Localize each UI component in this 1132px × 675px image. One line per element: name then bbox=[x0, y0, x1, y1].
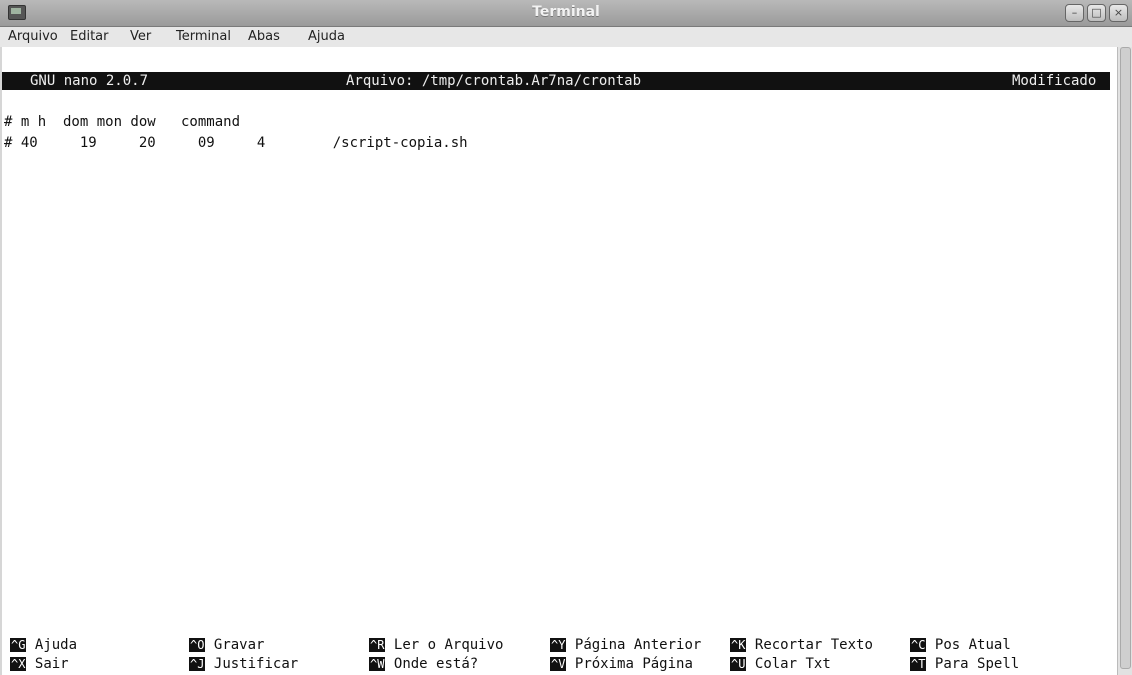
close-icon[interactable]: × bbox=[1109, 4, 1128, 22]
nano-header: GNU nano 2.0.7 Arquivo: /tmp/crontab.Ar7… bbox=[2, 72, 1110, 90]
shortcut-key: ^C bbox=[910, 638, 927, 652]
shortcut-label: Sair bbox=[34, 656, 69, 672]
shortcut-key: ^Y bbox=[550, 638, 567, 652]
nano-version: GNU nano 2.0.7 bbox=[30, 73, 149, 89]
menu-abas[interactable]: Abas bbox=[248, 29, 280, 44]
nano-status: Modificado bbox=[1012, 73, 1097, 89]
shortcut-key: ^W bbox=[369, 657, 386, 671]
shortcut-colar-txt: ^U Colar Txt bbox=[730, 655, 831, 673]
window-title: Terminal bbox=[532, 4, 600, 20]
shortcut-proxima-pagina: ^V Próxima Página bbox=[550, 655, 693, 673]
shortcut-recortar-texto: ^K Recortar Texto bbox=[730, 636, 873, 654]
nano-filename: Arquivo: /tmp/crontab.Ar7na/crontab bbox=[346, 73, 642, 89]
shortcut-label: Para Spell bbox=[934, 656, 1020, 672]
shortcut-label: Onde está? bbox=[393, 656, 479, 672]
menu-editar[interactable]: Editar bbox=[70, 29, 109, 44]
shortcut-pos-atual: ^C Pos Atual bbox=[910, 636, 1011, 654]
minimize-icon[interactable]: – bbox=[1065, 4, 1084, 22]
shortcut-key: ^O bbox=[189, 638, 206, 652]
shortcut-label: Recortar Texto bbox=[754, 637, 873, 653]
buffer-line[interactable]: # 40 19 20 09 4 /script-copia.sh bbox=[4, 134, 468, 152]
shortcut-ler-arquivo: ^R Ler o Arquivo bbox=[369, 636, 503, 654]
window-controls: – □ × bbox=[1065, 4, 1128, 22]
shortcut-key: ^U bbox=[730, 657, 747, 671]
shortcut-label: Colar Txt bbox=[754, 656, 831, 672]
shortcut-label: Próxima Página bbox=[574, 656, 693, 672]
shortcut-label: Ajuda bbox=[34, 637, 78, 653]
shortcut-label: Gravar bbox=[213, 637, 265, 653]
shortcut-key: ^K bbox=[730, 638, 747, 652]
terminal-scrollbar[interactable] bbox=[1117, 47, 1132, 675]
shortcut-key: ^T bbox=[910, 657, 927, 671]
menu-terminal[interactable]: Terminal bbox=[176, 29, 231, 44]
shortcut-sair: ^X Sair bbox=[10, 655, 69, 673]
menu-ajuda[interactable]: Ajuda bbox=[308, 29, 345, 44]
shortcut-label: Pos Atual bbox=[934, 637, 1011, 653]
shortcut-onde-esta: ^W Onde está? bbox=[369, 655, 478, 673]
menu-arquivo[interactable]: Arquivo bbox=[8, 29, 58, 44]
shortcut-key: ^R bbox=[369, 638, 386, 652]
shortcut-key: ^X bbox=[10, 657, 27, 671]
shortcut-key: ^J bbox=[189, 657, 206, 671]
terminal-area[interactable]: GNU nano 2.0.7 Arquivo: /tmp/crontab.Ar7… bbox=[2, 47, 1118, 675]
shortcut-label: Ler o Arquivo bbox=[393, 637, 504, 653]
menu-ver[interactable]: Ver bbox=[130, 29, 151, 44]
shortcut-key: ^V bbox=[550, 657, 567, 671]
shortcut-key: ^G bbox=[10, 638, 27, 652]
window-titlebar[interactable]: Terminal – □ × bbox=[0, 0, 1132, 27]
shortcut-para-spell: ^T Para Spell bbox=[910, 655, 1019, 673]
shortcut-pagina-anterior: ^Y Página Anterior bbox=[550, 636, 701, 654]
buffer-line[interactable]: # m h dom mon dow command bbox=[4, 113, 240, 131]
shortcut-justificar: ^J Justificar bbox=[189, 655, 298, 673]
shortcut-label: Página Anterior bbox=[574, 637, 702, 653]
shortcut-ajuda: ^G Ajuda bbox=[10, 636, 77, 654]
shortcut-label: Justificar bbox=[213, 656, 299, 672]
maximize-icon[interactable]: □ bbox=[1087, 4, 1106, 22]
menubar: Arquivo Editar Ver Terminal Abas Ajuda bbox=[0, 27, 1132, 47]
shortcut-gravar: ^O Gravar bbox=[189, 636, 264, 654]
scrollbar-thumb[interactable] bbox=[1120, 47, 1131, 669]
